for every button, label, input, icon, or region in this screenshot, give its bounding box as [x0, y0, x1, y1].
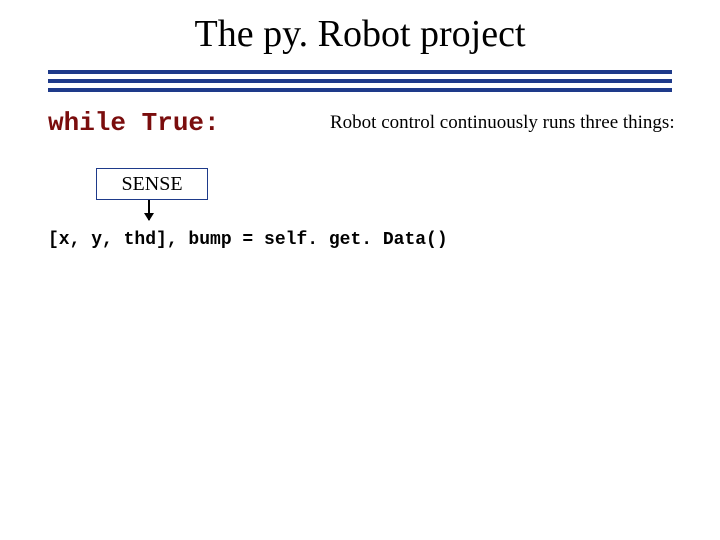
- sense-box: SENSE: [96, 168, 208, 200]
- slide: The py. Robot project while True: Robot …: [0, 0, 720, 540]
- sense-label: SENSE: [121, 173, 182, 196]
- subtitle-text: Robot control continuously runs three th…: [330, 112, 675, 134]
- divider-rule: [48, 70, 672, 74]
- title-underline-group: [48, 70, 672, 97]
- divider-rule: [48, 88, 672, 92]
- slide-title: The py. Robot project: [0, 12, 720, 56]
- arrow-down-icon: [148, 200, 150, 220]
- divider-rule: [48, 79, 672, 83]
- code-line: [x, y, thd], bump = self. get. Data(): [48, 230, 448, 250]
- while-true-code: while True:: [48, 108, 220, 138]
